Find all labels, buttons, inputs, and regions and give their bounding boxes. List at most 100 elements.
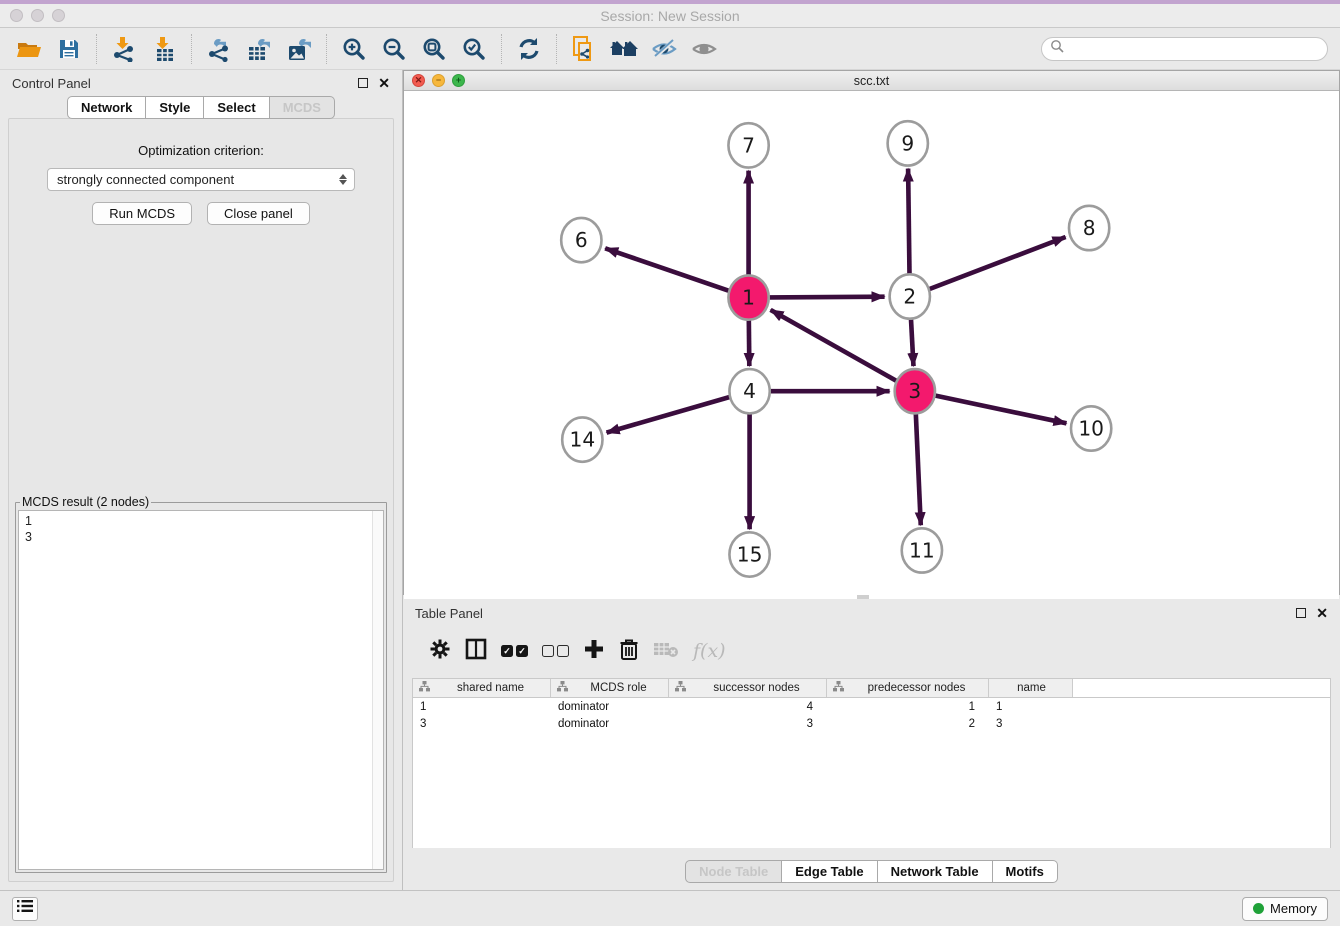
show-all-button[interactable] (687, 33, 721, 65)
network-graph[interactable]: 7 9 6 8 1 2 4 3 14 10 15 11 (404, 91, 1339, 599)
table-cell[interactable]: 3 (413, 715, 551, 732)
tab-mcds[interactable]: MCDS (270, 96, 335, 119)
network-title: scc.txt (404, 74, 1339, 88)
plus-icon (583, 638, 605, 665)
table-row[interactable]: 3dominator323 (413, 715, 1330, 732)
svg-text:2: 2 (903, 285, 916, 309)
zoom-out-button[interactable] (377, 33, 411, 65)
tab-network-table[interactable]: Network Table (878, 860, 993, 883)
titlebar: Session: New Session (0, 0, 1340, 28)
close-panel-button[interactable]: Close panel (207, 202, 310, 225)
tab-network[interactable]: Network (67, 96, 146, 119)
network-canvas[interactable]: 7 9 6 8 1 2 4 3 14 10 15 11 (404, 91, 1339, 599)
close-panel-icon[interactable]: ✕ (1316, 606, 1328, 620)
graph-node-10[interactable]: 10 (1071, 406, 1111, 450)
table-cell[interactable]: 3 (989, 715, 1073, 732)
svg-text:9: 9 (901, 131, 914, 155)
result-scrollbar[interactable] (372, 511, 383, 869)
graph-edge-2-8[interactable] (930, 237, 1066, 289)
table-cell[interactable]: 3 (669, 715, 827, 732)
tab-motifs[interactable]: Motifs (993, 860, 1058, 883)
tab-node-table[interactable]: Node Table (685, 860, 782, 883)
table-cell[interactable]: dominator (551, 715, 669, 732)
deselect-all-button[interactable] (542, 636, 569, 666)
column-header-predecessor-nodes[interactable]: predecessor nodes (827, 679, 989, 697)
table-row[interactable]: 1dominator411 (413, 698, 1330, 715)
memory-button[interactable]: Memory (1242, 897, 1328, 921)
export-image-button[interactable] (282, 33, 316, 65)
graph-edge-3-1[interactable] (771, 310, 897, 381)
add-row-button[interactable] (583, 636, 605, 666)
table-cell[interactable]: 1 (413, 698, 551, 715)
graph-edge-3-10[interactable] (936, 396, 1067, 424)
graph-edge-1-4[interactable] (749, 319, 750, 366)
first-neighbors-button[interactable] (607, 33, 641, 65)
table-cell[interactable]: 1 (827, 698, 989, 715)
graph-edge-2-9[interactable] (908, 169, 909, 276)
export-table-button[interactable] (242, 33, 276, 65)
graph-node-9[interactable]: 9 (888, 121, 928, 165)
column-header-label: name (995, 682, 1068, 694)
export-network-button[interactable] (202, 33, 236, 65)
import-network-button[interactable] (107, 33, 141, 65)
graph-edge-3-11[interactable] (916, 412, 921, 525)
graph-edge-2-3[interactable] (911, 318, 914, 366)
zoom-fit-button[interactable] (417, 33, 451, 65)
zoom-out-icon (381, 36, 407, 62)
hierarchy-icon (675, 681, 686, 695)
mcds-result-text[interactable]: 1 3 (18, 510, 384, 870)
zoom-in-button[interactable] (337, 33, 371, 65)
table-cell[interactable]: 4 (669, 698, 827, 715)
float-panel-icon[interactable] (1296, 608, 1306, 618)
apply-layout-button[interactable] (512, 33, 546, 65)
select-all-button[interactable]: ✓✓ (501, 636, 528, 666)
tab-edge-table[interactable]: Edge Table (782, 860, 877, 883)
search-input[interactable] (1069, 42, 1319, 56)
column-header-label: successor nodes (691, 682, 822, 694)
table-cell[interactable]: 1 (989, 698, 1073, 715)
hide-selected-button[interactable] (647, 33, 681, 65)
function-builder-button[interactable]: f(x) (693, 636, 726, 666)
graph-node-15[interactable]: 15 (729, 532, 769, 576)
show-column-panel-button[interactable] (465, 636, 487, 666)
graph-edge-4-14[interactable] (607, 397, 730, 432)
table-settings-button[interactable] (429, 636, 451, 666)
graph-node-2[interactable]: 2 (890, 274, 930, 318)
graph-node-3[interactable]: 3 (895, 369, 935, 413)
delete-row-button[interactable] (619, 636, 639, 666)
table-cell[interactable]: dominator (551, 698, 669, 715)
graph-node-4[interactable]: 4 (729, 369, 769, 413)
graph-node-8[interactable]: 8 (1069, 206, 1109, 250)
zoom-selected-icon (461, 36, 487, 62)
graph-node-1[interactable]: 1 (728, 275, 768, 319)
graph-edge-1-2[interactable] (770, 297, 885, 298)
delete-table-button[interactable] (653, 636, 679, 666)
float-panel-icon[interactable] (358, 78, 368, 88)
save-session-button[interactable] (52, 33, 86, 65)
column-header-MCDS-role[interactable]: MCDS role (551, 679, 669, 697)
criterion-select[interactable]: strongly connected component (47, 168, 355, 191)
run-mcds-button[interactable]: Run MCDS (92, 202, 192, 225)
tab-select[interactable]: Select (204, 96, 269, 119)
graph-node-7[interactable]: 7 (728, 123, 768, 167)
column-header-name[interactable]: name (989, 679, 1073, 697)
open-session-button[interactable] (12, 33, 46, 65)
clone-network-button[interactable] (567, 33, 601, 65)
tab-style[interactable]: Style (146, 96, 204, 119)
zoom-selected-button[interactable] (457, 33, 491, 65)
graph-node-11[interactable]: 11 (902, 528, 942, 572)
graph-node-6[interactable]: 6 (561, 218, 601, 262)
import-table-button[interactable] (147, 33, 181, 65)
canvas-resize-grip[interactable] (857, 595, 869, 599)
memory-status-dot (1253, 903, 1264, 914)
close-panel-icon[interactable]: ✕ (378, 76, 390, 90)
task-history-button[interactable] (12, 897, 38, 921)
control-panel-title: Control Panel (12, 76, 358, 91)
column-header-shared-name[interactable]: shared name (413, 679, 551, 697)
search-box[interactable] (1041, 37, 1328, 61)
graph-node-14[interactable]: 14 (562, 417, 602, 461)
table-cell[interactable]: 2 (827, 715, 989, 732)
graph-edge-1-6[interactable] (605, 248, 728, 290)
eye-icon (690, 37, 718, 61)
column-header-successor-nodes[interactable]: successor nodes (669, 679, 827, 697)
